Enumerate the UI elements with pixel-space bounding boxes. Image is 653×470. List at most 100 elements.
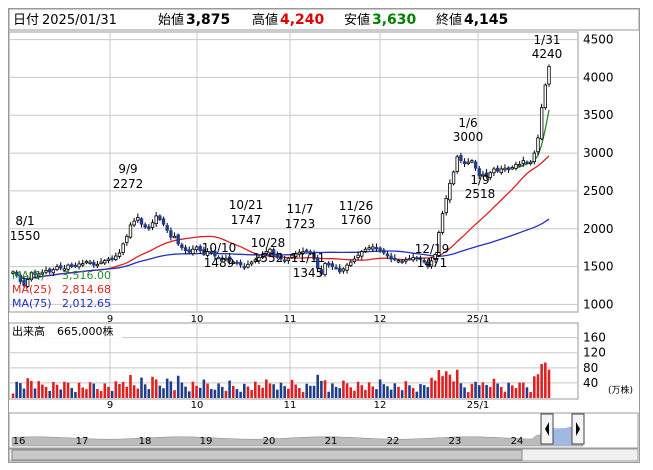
volume-bar bbox=[191, 381, 195, 398]
annotation-date: 11/7 bbox=[287, 202, 314, 216]
candle-body bbox=[187, 249, 191, 253]
volume-bar bbox=[48, 390, 51, 398]
candle-body bbox=[536, 137, 540, 153]
candle-body bbox=[543, 84, 548, 109]
candle-body bbox=[88, 261, 92, 264]
navigator-tick-label: 22 bbox=[387, 436, 400, 447]
volume-bar bbox=[481, 382, 485, 398]
volume-bar bbox=[433, 380, 437, 398]
candle-body bbox=[147, 226, 151, 230]
candle-body bbox=[499, 168, 503, 174]
candle-body bbox=[169, 230, 173, 238]
volume-bar bbox=[184, 386, 187, 398]
volume-tick-label: 80 bbox=[583, 361, 598, 375]
volume-bar bbox=[254, 381, 257, 398]
candle-body bbox=[356, 254, 360, 259]
candle-body bbox=[492, 168, 496, 174]
volume-x-tick-label: 12 bbox=[374, 400, 387, 411]
volume-bar bbox=[470, 383, 474, 398]
candle-body bbox=[158, 215, 162, 221]
volume-bar bbox=[22, 388, 26, 398]
volume-bar bbox=[375, 389, 378, 398]
annotation-value: 3000 bbox=[453, 130, 484, 144]
volume-bar bbox=[231, 386, 235, 398]
volume-x-tick-label: 25/1 bbox=[467, 400, 489, 411]
candle-body bbox=[374, 246, 379, 250]
volume-bar bbox=[522, 382, 525, 398]
scrollbar-thumb[interactable] bbox=[11, 449, 523, 461]
volume-bar bbox=[220, 386, 224, 398]
volume-bar bbox=[312, 385, 316, 398]
candle-body bbox=[455, 156, 459, 172]
volume-bar bbox=[316, 374, 319, 398]
volume-bar bbox=[488, 387, 492, 398]
candle-body bbox=[411, 257, 415, 261]
candle-body bbox=[110, 257, 114, 261]
candle-body bbox=[400, 260, 404, 263]
candle-body bbox=[132, 220, 136, 226]
volume-bar bbox=[99, 391, 103, 398]
candle-body bbox=[55, 266, 59, 271]
volume-bar bbox=[173, 390, 176, 398]
volume-bar bbox=[125, 386, 129, 398]
volume-bar bbox=[206, 383, 209, 398]
volume-bar bbox=[463, 387, 466, 398]
volume-bar bbox=[360, 385, 364, 398]
volume-bar bbox=[529, 392, 532, 398]
annotation-value: 1550 bbox=[10, 229, 41, 243]
volume-bar bbox=[448, 374, 452, 398]
volume-bar bbox=[19, 383, 22, 398]
volume-bar bbox=[474, 381, 477, 398]
candle-body bbox=[385, 253, 390, 257]
candle-body bbox=[448, 182, 452, 201]
annotation-value: 1489 bbox=[204, 256, 235, 270]
candle-body bbox=[470, 160, 474, 163]
volume-bar bbox=[224, 390, 228, 398]
candle-body bbox=[84, 260, 89, 264]
volume-bar bbox=[143, 384, 147, 398]
volume-bar bbox=[338, 388, 342, 398]
candle-body bbox=[161, 218, 166, 225]
candle-body bbox=[532, 152, 537, 163]
volume-bar bbox=[272, 384, 275, 398]
annotation-date: 10/28 bbox=[251, 236, 286, 250]
candle-body bbox=[235, 261, 239, 264]
candle-body bbox=[396, 260, 401, 263]
volume-bar bbox=[404, 381, 408, 398]
annotation-value: 2272 bbox=[113, 177, 144, 191]
volume-bar bbox=[386, 386, 389, 398]
volume-bar bbox=[129, 374, 132, 398]
navigator-tick-label: 18 bbox=[139, 436, 152, 447]
price-tick-label: 2000 bbox=[583, 222, 614, 236]
volume-bar bbox=[485, 385, 488, 398]
candle-body bbox=[103, 260, 107, 264]
volume-bar bbox=[44, 386, 48, 398]
volume-bar bbox=[77, 382, 81, 398]
volume-bar bbox=[165, 378, 169, 398]
volume-bar bbox=[378, 379, 382, 398]
volume-bar bbox=[408, 385, 411, 398]
volume-bar bbox=[320, 380, 323, 398]
volume-bar bbox=[66, 382, 70, 398]
volume-bar bbox=[547, 369, 551, 398]
volume-bar bbox=[261, 387, 264, 398]
ma5-value: 3,516.00 bbox=[62, 269, 111, 282]
volume-bar bbox=[151, 376, 154, 398]
candle-body bbox=[440, 213, 445, 233]
candle-body bbox=[503, 167, 507, 171]
candle-body bbox=[393, 257, 397, 261]
candle-body bbox=[510, 167, 514, 170]
volume-bar bbox=[250, 389, 253, 398]
volume-bar bbox=[217, 383, 220, 398]
candle-body bbox=[176, 234, 180, 245]
navigator-tick-label: 20 bbox=[263, 436, 276, 447]
ma-legend: MA(5) 3,516.00 MA(25) 2,814.68 MA(75) 2,… bbox=[12, 269, 111, 310]
volume-bar bbox=[298, 387, 301, 398]
volume-y-axis: 4080120160 bbox=[583, 331, 606, 390]
candle-body bbox=[81, 263, 85, 266]
volume-bar bbox=[544, 362, 547, 398]
volume-bar bbox=[342, 380, 345, 398]
volume-bar bbox=[323, 380, 327, 398]
volume-bar bbox=[389, 389, 393, 398]
volume-bar bbox=[466, 392, 470, 398]
